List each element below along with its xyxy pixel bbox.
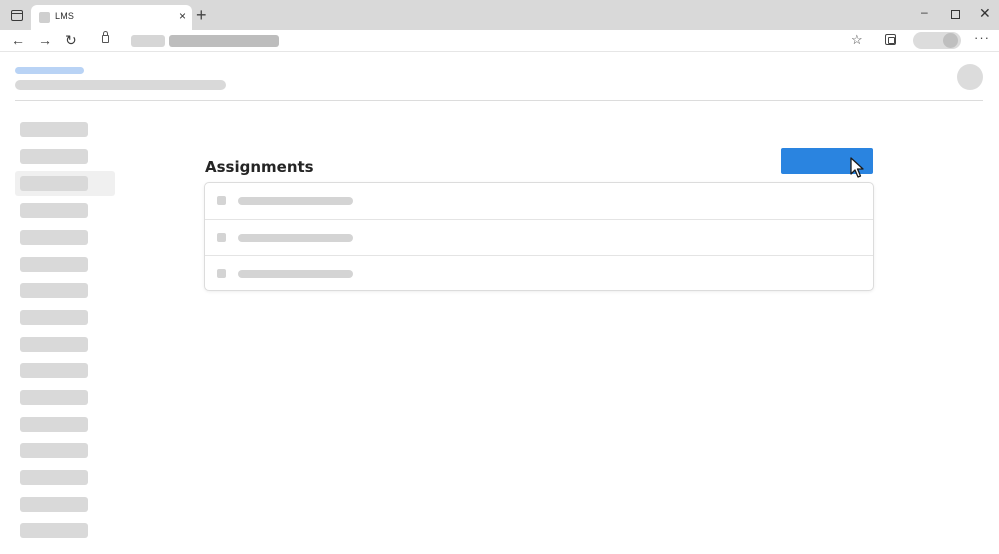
- sidebar-item-active[interactable]: [20, 176, 88, 191]
- list-item[interactable]: [205, 219, 873, 255]
- profile-icon: [943, 33, 958, 48]
- sidebar-item[interactable]: [20, 390, 88, 405]
- tab-close-icon[interactable]: ×: [179, 9, 186, 23]
- window-maximize-icon[interactable]: [951, 10, 960, 19]
- page-title-placeholder: [15, 80, 226, 90]
- sidebar-item[interactable]: [20, 443, 88, 458]
- assignments-list: [204, 182, 874, 291]
- profile-button[interactable]: [913, 32, 961, 49]
- sidebar-item[interactable]: [20, 283, 88, 298]
- list-item[interactable]: [205, 183, 873, 219]
- sidebar-item[interactable]: [20, 470, 88, 485]
- window-minimize-icon[interactable]: –: [921, 5, 928, 19]
- user-avatar[interactable]: [957, 64, 983, 90]
- tab-title: LMS: [55, 11, 75, 21]
- sidebar-item[interactable]: [20, 203, 88, 218]
- browser-tab[interactable]: LMS ×: [31, 5, 192, 30]
- collections-icon[interactable]: [885, 34, 896, 45]
- favorites-icon[interactable]: ☆: [851, 32, 863, 48]
- header-divider: [15, 100, 983, 101]
- mouse-cursor-icon: [850, 157, 864, 178]
- list-item[interactable]: [205, 255, 873, 291]
- sidebar-item[interactable]: [20, 149, 88, 164]
- row-title-placeholder[interactable]: [238, 234, 353, 242]
- row-checkbox[interactable]: [217, 233, 226, 242]
- sidebar-item[interactable]: [20, 337, 88, 352]
- sidebar-item[interactable]: [20, 230, 88, 245]
- lock-icon[interactable]: [102, 31, 109, 43]
- tab-manager-icon[interactable]: [11, 10, 23, 21]
- browser-titlebar: LMS × + – ✕: [0, 0, 999, 30]
- url-path-placeholder[interactable]: [169, 35, 279, 47]
- row-title-placeholder[interactable]: [238, 197, 353, 205]
- sidebar-item[interactable]: [20, 417, 88, 432]
- breadcrumb[interactable]: [15, 67, 84, 74]
- row-checkbox[interactable]: [217, 269, 226, 278]
- sidebar-item[interactable]: [20, 257, 88, 272]
- new-tab-icon[interactable]: +: [196, 6, 207, 24]
- reload-icon[interactable]: ↻: [65, 31, 77, 49]
- row-title-placeholder[interactable]: [238, 270, 353, 278]
- browser-toolbar: ← → ↻ ☆ ···: [0, 30, 999, 52]
- tab-favicon-icon: [39, 12, 50, 23]
- more-icon[interactable]: ···: [974, 30, 990, 45]
- sidebar-item[interactable]: [20, 122, 88, 137]
- sidebar-item[interactable]: [20, 523, 88, 538]
- window-close-icon[interactable]: ✕: [979, 5, 991, 22]
- section-title: Assignments: [205, 158, 314, 176]
- url-domain-placeholder[interactable]: [131, 35, 165, 47]
- sidebar-item[interactable]: [20, 363, 88, 378]
- row-checkbox[interactable]: [217, 196, 226, 205]
- sidebar-item[interactable]: [20, 497, 88, 512]
- forward-icon[interactable]: →: [38, 31, 52, 49]
- back-icon[interactable]: ←: [11, 31, 25, 49]
- sidebar-item[interactable]: [20, 310, 88, 325]
